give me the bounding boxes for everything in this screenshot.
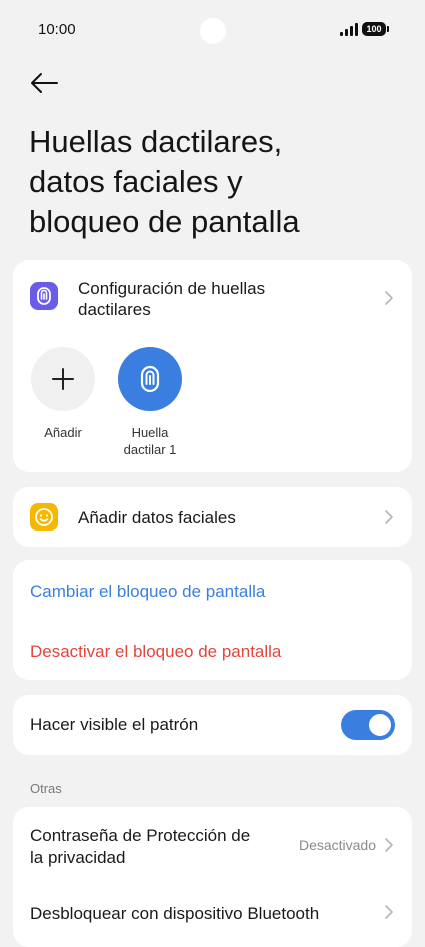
battery-icon: 100 [362, 22, 389, 36]
chevron-right-icon [384, 904, 394, 920]
fingerprint-1-tile[interactable]: Huella dactilar 1 [113, 347, 187, 458]
fingerprint-settings-label: Configuración de huellas dactilares [78, 279, 266, 319]
back-button[interactable] [28, 68, 62, 98]
status-time: 10:00 [38, 21, 76, 38]
chevron-right-icon [384, 837, 394, 853]
disable-screen-lock-link[interactable]: Desactivar el bloqueo de pantalla [30, 642, 281, 662]
face-data-card[interactable]: Añadir datos faciales [13, 487, 412, 547]
camera-cutout [200, 18, 226, 44]
plus-icon [52, 368, 74, 390]
fingerprint-app-icon [30, 282, 58, 310]
status-bar: 10:00 100 [0, 0, 425, 60]
section-label-others: Otras [30, 781, 62, 796]
privacy-password-row[interactable]: Contraseña de Protección de la privacida… [13, 807, 412, 885]
fingerprint-settings-row[interactable]: Configuración de huellas dactilares [13, 260, 412, 338]
change-screen-lock-link[interactable]: Cambiar el bloqueo de pantalla [30, 582, 265, 602]
fingerprint-1-label: Huella dactilar 1 [123, 425, 177, 457]
chevron-right-icon [384, 290, 394, 306]
arrow-left-icon [31, 73, 58, 93]
signal-icon [340, 23, 358, 36]
screen-lock-card: Cambiar el bloqueo de pantalla Desactiva… [13, 560, 412, 680]
pattern-visible-label: Hacer visible el patrón [30, 715, 199, 734]
face-app-icon [30, 503, 58, 531]
add-fingerprint-button[interactable]: Añadir [30, 347, 96, 441]
privacy-password-label: Contraseña de Protección de la privacida… [30, 826, 251, 867]
bluetooth-unlock-row[interactable]: Desbloquear con dispositivo Bluetooth [13, 893, 412, 943]
bluetooth-unlock-label: Desbloquear con dispositivo Bluetooth [30, 904, 320, 923]
privacy-password-value: Desactivado [298, 837, 376, 853]
face-data-label: Añadir datos faciales [78, 508, 236, 527]
pattern-visible-toggle[interactable] [341, 710, 395, 740]
chevron-right-icon [384, 509, 394, 525]
others-card: Contraseña de Protección de la privacida… [13, 807, 412, 947]
fingerprint-icon [140, 365, 160, 393]
pattern-visible-card: Hacer visible el patrón [13, 695, 412, 755]
page-title: Huellas dactilares, datos faciales y blo… [29, 124, 300, 239]
fingerprint-card: Configuración de huellas dactilares Añad… [13, 260, 412, 472]
add-fingerprint-label: Añadir [44, 425, 82, 440]
